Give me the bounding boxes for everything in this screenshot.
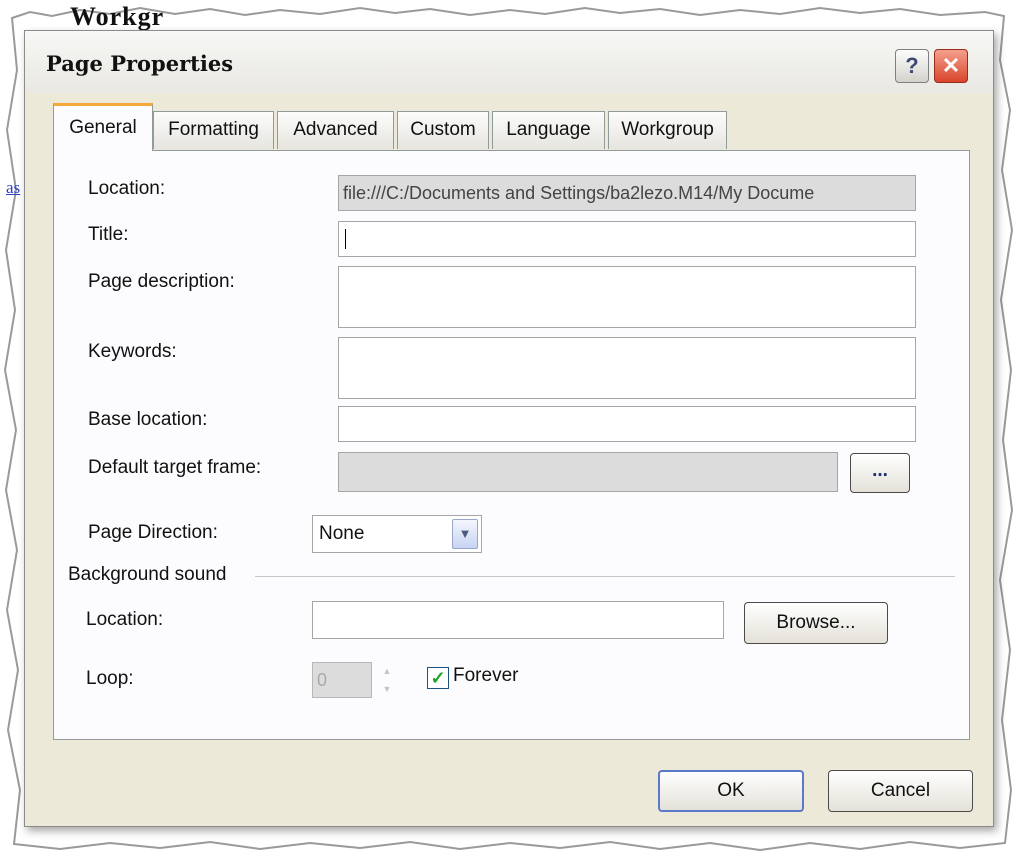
target-frame-edit-button[interactable]: ... <box>850 453 910 493</box>
base-location-input[interactable] <box>338 406 916 442</box>
page-direction-label: Page Direction: <box>88 522 218 543</box>
sound-location-input[interactable] <box>312 601 724 639</box>
tab-general[interactable]: General <box>53 103 153 151</box>
loop-spinner-input: 0 <box>312 662 372 698</box>
default-target-frame-field <box>338 452 838 492</box>
background-link-fragment: as <box>6 178 21 197</box>
keywords-input[interactable] <box>338 337 916 399</box>
page-direction-value: None <box>319 523 365 544</box>
dialog-title: Page Properties <box>46 51 234 76</box>
loop-spinner-arrows: ▲ ▼ <box>377 662 397 698</box>
tab-workgroup[interactable]: Workgroup <box>608 111 727 149</box>
general-tab-panel: Location: file:///C:/Documents and Setti… <box>53 150 970 740</box>
tab-custom[interactable]: Custom <box>397 111 489 149</box>
keywords-label: Keywords: <box>88 341 177 362</box>
sound-location-label: Location: <box>86 609 164 630</box>
screenshot-stage: Workgr as Page Properties ? ✕ General Fo… <box>0 0 1021 855</box>
tab-language[interactable]: Language <box>492 111 605 149</box>
forever-label[interactable]: Forever <box>453 665 518 687</box>
chevron-down-icon[interactable]: ▼ <box>452 519 478 549</box>
spin-down-icon: ▼ <box>382 684 392 694</box>
ok-button[interactable]: OK <box>658 770 804 812</box>
help-icon[interactable]: ? <box>895 49 929 83</box>
checkmark-icon: ✓ <box>430 668 446 688</box>
location-label: Location: <box>88 178 166 199</box>
browse-button[interactable]: Browse... <box>744 602 888 644</box>
close-icon[interactable]: ✕ <box>934 49 968 83</box>
tab-advanced[interactable]: Advanced <box>277 111 394 149</box>
loop-label: Loop: <box>86 668 134 689</box>
title-input[interactable] <box>338 221 916 257</box>
default-target-frame-label: Default target frame: <box>88 457 262 478</box>
cancel-button[interactable]: Cancel <box>828 770 973 812</box>
page-description-input[interactable] <box>338 266 916 328</box>
tab-formatting[interactable]: Formatting <box>153 111 274 149</box>
page-description-label: Page description: <box>88 271 235 292</box>
forever-checkbox[interactable]: ✓ <box>427 667 449 689</box>
background-sound-group-label: Background sound <box>68 564 233 586</box>
location-field: file:///C:/Documents and Settings/ba2lez… <box>338 175 916 211</box>
text-caret <box>345 229 346 249</box>
page-direction-select[interactable]: None ▼ <box>312 515 482 553</box>
background-page-title-fragment: Workgr <box>70 2 165 31</box>
base-location-label: Base location: <box>88 409 208 430</box>
target-frame-edit-icon: ... <box>872 460 888 481</box>
spin-up-icon: ▲ <box>382 666 392 676</box>
page-properties-dialog: Page Properties ? ✕ General Formatting A… <box>24 30 994 827</box>
title-bar[interactable]: Page Properties ? ✕ <box>25 31 993 93</box>
group-divider <box>255 576 955 577</box>
title-label: Title: <box>88 224 129 245</box>
